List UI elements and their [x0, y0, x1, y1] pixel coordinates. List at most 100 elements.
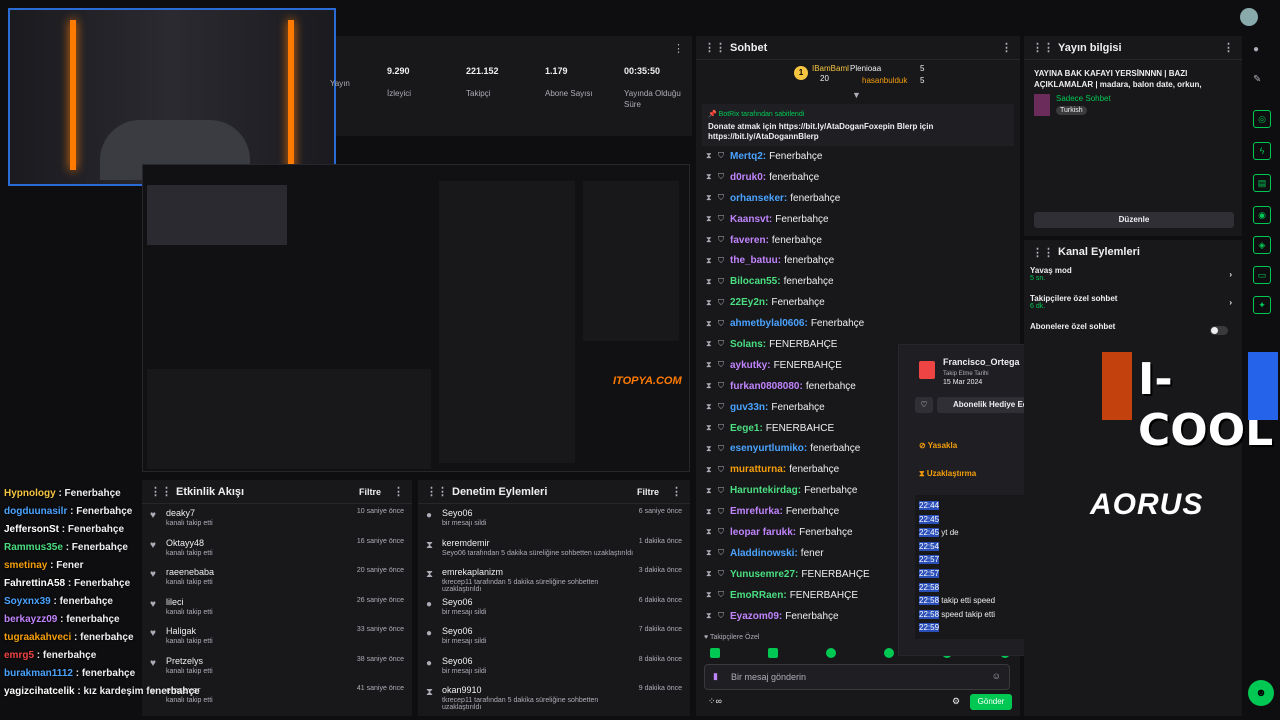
badge-icon: ⧗: [706, 151, 712, 161]
expand-icon[interactable]: ▼: [852, 90, 861, 100]
shield-icon: ⛉: [718, 527, 724, 537]
chat-text: : fenerbahçe: [71, 632, 134, 643]
list-item[interactable]: ⧗ keremdemir Seyo06 tarafından 5 dakika sü…: [418, 534, 690, 564]
chat-bubble-icon[interactable]: ◉: [1253, 206, 1271, 224]
list-item[interactable]: ● Seyo06 bir mesajı sildi 8 dakika önce: [418, 652, 690, 682]
moderation-filter-button[interactable]: Filtre: [637, 487, 659, 497]
activity-menu-icon[interactable]: ⋮: [393, 485, 404, 498]
overlay-chat-line: berkayzz09 : fenerbahçe: [4, 614, 224, 632]
chat-message[interactable]: ⧗ ⛉ Mertq2: Fenerbahçe: [696, 146, 1020, 167]
chat-username[interactable]: Eyazom09:: [730, 611, 782, 622]
chat-username[interactable]: furkan0808080:: [730, 381, 803, 392]
document-icon[interactable]: ▤: [1253, 174, 1271, 192]
list-item[interactable]: ● Seyo06 bir mesajı sildi 6 dakika önce: [418, 593, 690, 623]
drag-handle-icon[interactable]: ⋮⋮: [1032, 41, 1054, 54]
chat-message[interactable]: ⧗ ⛉ 22Ey2n: Fenerbahçe: [696, 292, 1020, 313]
chat-username[interactable]: Yunusemre27:: [730, 569, 798, 580]
subscribers-only-toggle[interactable]: [1210, 326, 1228, 335]
chat-username[interactable]: Kaansvt:: [730, 214, 772, 225]
edit-button[interactable]: Düzenle: [1034, 212, 1234, 228]
emote-icon[interactable]: [768, 648, 778, 658]
chat-message[interactable]: ⧗ ⛉ the_batuu: fenerbahçe: [696, 250, 1020, 271]
chat-username[interactable]: Solans:: [730, 339, 766, 350]
chat-username[interactable]: Haruntekirdag:: [730, 485, 801, 496]
drag-handle-icon[interactable]: ⋮⋮: [704, 41, 726, 54]
avatar[interactable]: [1240, 8, 1258, 26]
chat-message[interactable]: ⧗ ⛉ faveren: fenerbahçe: [696, 230, 1020, 251]
chat-username[interactable]: Mertq2:: [730, 151, 766, 162]
mic-icon[interactable]: ▮: [713, 671, 718, 682]
chat-input[interactable]: ▮ Bir mesaj gönderin ☺: [704, 664, 1010, 690]
moderation-menu-icon[interactable]: ⋮: [671, 485, 682, 498]
chat-username[interactable]: leopar farukk:: [730, 527, 796, 538]
heart-icon[interactable]: ♡: [915, 397, 933, 413]
chat-username[interactable]: esenyurtlumiko:: [730, 443, 807, 454]
badge-icon: ⧗: [706, 443, 712, 453]
subscribers-only-item[interactable]: Abonelere özel sohbet: [1024, 322, 1242, 348]
emoji-icon[interactable]: ☺: [992, 671, 1001, 681]
drag-handle-icon[interactable]: ⋮⋮: [426, 485, 448, 498]
chat-username[interactable]: 22Ey2n:: [730, 297, 768, 308]
broadcast-icon[interactable]: ◈: [1253, 236, 1271, 254]
chat-username[interactable]: the_batuu:: [730, 255, 781, 266]
emote-icon[interactable]: [710, 648, 720, 658]
stats-menu-icon[interactable]: ⋮: [673, 42, 684, 55]
camera-icon[interactable]: ◎: [1253, 110, 1271, 128]
tag-badge[interactable]: Turkish: [1056, 106, 1087, 115]
wrench-icon[interactable]: ✦: [1253, 296, 1271, 314]
chat-username: burakman1112: [4, 668, 73, 679]
top-gifter-2-name[interactable]: Plenioaa: [850, 64, 881, 73]
info-icon[interactable]: ●: [1253, 44, 1259, 55]
item-sub: Seyo06 tarafından 5 dakika süreliğine so…: [442, 549, 634, 557]
chat-username[interactable]: Emrefurka:: [730, 506, 783, 517]
server-icon[interactable]: ▭: [1253, 266, 1271, 284]
top-gifter-3-name[interactable]: hasanbulduk: [862, 76, 907, 85]
help-icon[interactable]: ☻: [1248, 680, 1274, 706]
chat-username[interactable]: EmoRRaen:: [730, 590, 787, 601]
chat-username[interactable]: Eege1:: [730, 423, 763, 434]
chat-username[interactable]: faveren:: [730, 235, 769, 246]
edit-icon[interactable]: ✎: [1253, 74, 1261, 85]
drag-handle-icon[interactable]: ⋮⋮: [1032, 246, 1054, 259]
chat-message[interactable]: ⧗ ⛉ Bilocan55: fenerbahçe: [696, 271, 1020, 292]
chat-username[interactable]: orhanseker:: [730, 193, 787, 204]
chat-message[interactable]: ⧗ ⛉ ahmetbylal0606: Fenerbahçe: [696, 313, 1020, 334]
top-gifter-1-name[interactable]: IBamBaml: [812, 64, 849, 73]
chat-text: FENERBAHÇE: [789, 589, 859, 601]
info-menu-icon[interactable]: ⋮: [1223, 41, 1234, 54]
send-button[interactable]: Gönder: [970, 694, 1012, 710]
chat-message[interactable]: ⧗ ⛉ Kaansvt: Fenerbahçe: [696, 209, 1020, 230]
list-item[interactable]: ● Seyo06 bir mesajı sildi 6 saniye önce: [418, 504, 690, 534]
item-sub: tkrecep11 tarafından 5 dakika süreliğine…: [442, 697, 599, 711]
settings-icon[interactable]: ⚙: [952, 696, 960, 707]
chat-text: fenerbahçe: [769, 171, 820, 183]
shield-icon: ⛉: [718, 611, 724, 621]
list-item[interactable]: ● Seyo06 bir mesajı sildi 7 dakika önce: [418, 622, 690, 652]
chat-message[interactable]: ⧗ ⛉ orhanseker: fenerbahçe: [696, 188, 1020, 209]
infinity-icon[interactable]: ⁘∞: [708, 696, 722, 707]
stream-preview[interactable]: ITOPYA.COM: [142, 164, 690, 472]
chat-username[interactable]: guv33n:: [730, 402, 768, 413]
item-sub: bir mesajı sildi: [442, 638, 487, 645]
list-item[interactable]: ⧗ emrekaplanizm tkrecep11 tarafından 5 dak…: [418, 563, 690, 593]
list-item[interactable]: ⧗ okan9910 tkrecep11 tarafından 5 dakika s…: [418, 681, 690, 711]
chat-username[interactable]: aykutky:: [730, 360, 771, 371]
category-link[interactable]: Sadece Sohbet: [1056, 94, 1111, 103]
chat-username[interactable]: Aladdinowski:: [730, 548, 798, 559]
item-name: Seyo06: [442, 508, 473, 518]
followers-only-item[interactable]: Takipçilere özel sohbet 6 dk. ›: [1024, 294, 1242, 320]
chat-username[interactable]: ahmetbylal0606:: [730, 318, 808, 329]
chat-username[interactable]: Bilocan55:: [730, 276, 781, 287]
chat-text: Fenerbahçe: [785, 610, 839, 622]
chat-message[interactable]: ⧗ ⛉ d0ruk0: fenerbahçe: [696, 167, 1020, 188]
bolt-icon[interactable]: ϟ: [1253, 142, 1271, 160]
chat-menu-icon[interactable]: ⋮: [1001, 41, 1012, 54]
slow-mode-item[interactable]: Yavaş mod 5 sn. ›: [1024, 266, 1242, 292]
chat-username[interactable]: d0ruk0:: [730, 172, 766, 183]
emote-icon[interactable]: [826, 648, 836, 658]
chat-username[interactable]: muratturna:: [730, 464, 786, 475]
emote-icon[interactable]: [884, 648, 894, 658]
chat-text: : Fenerbahçe: [59, 524, 125, 535]
activity-filter-button[interactable]: Filtre: [359, 487, 381, 497]
chat-username: yagizcihatcelik: [4, 686, 75, 697]
